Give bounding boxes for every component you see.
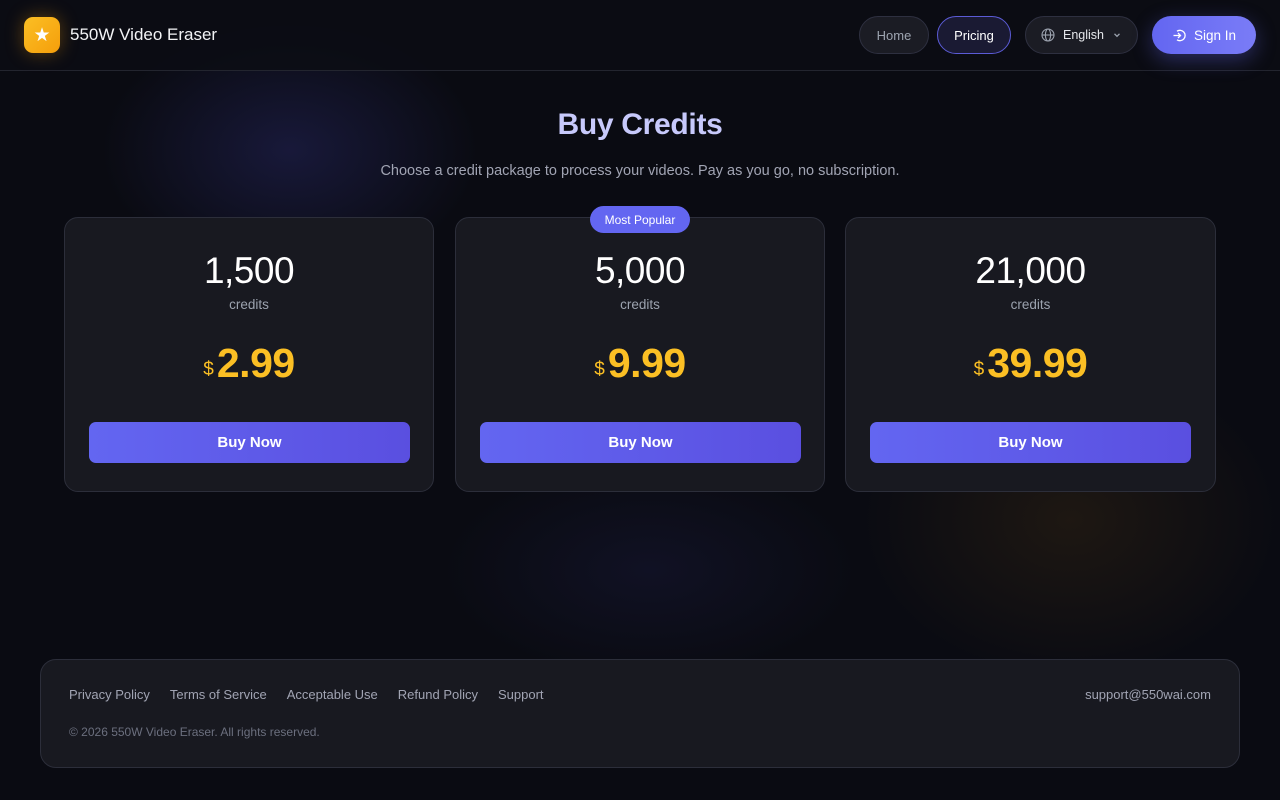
price-amount: 9.99 [607,340,686,386]
buy-now-button[interactable]: Buy Now [870,422,1191,463]
credits-label: credits [1010,297,1051,312]
site-footer: Privacy Policy Terms of Service Acceptab… [40,659,1240,768]
globe-icon [1041,28,1055,42]
price: $9.99 [456,340,824,387]
page-subtitle: Choose a credit package to process your … [380,163,900,179]
credits-amount: 5,000 [594,250,686,291]
credits-label: credits [620,297,660,312]
credit-package-card: 1,500 credits $2.99 Buy Now [64,217,434,492]
language-label: English [1063,28,1104,42]
currency-symbol: $ [203,359,214,380]
price-amount: 2.99 [216,340,295,386]
footer-link-refund-policy[interactable]: Refund Policy [398,687,478,702]
footer-link-terms-of-service[interactable]: Terms of Service [170,687,267,702]
buy-now-button[interactable]: Buy Now [89,422,410,463]
currency-symbol: $ [973,359,985,380]
language-selector[interactable]: English [1025,16,1138,54]
currency-symbol: $ [594,359,605,380]
credits-amount: 21,000 [975,250,1086,291]
credit-package-card: 21,000 credits $39.99 Buy Now [845,217,1216,492]
price: $39.99 [846,340,1215,387]
background-glow [440,460,860,680]
buy-now-button[interactable]: Buy Now [480,422,801,463]
star-icon: ★ [24,17,60,53]
most-popular-badge: Most Popular [590,206,690,233]
sign-in-label: Sign In [1193,27,1237,43]
price-amount: 39.99 [987,340,1088,386]
brand-name: 550W Video Eraser [70,25,218,44]
footer-link-support[interactable]: Support [498,687,544,702]
credits-amount: 1,500 [203,250,295,291]
footer-links: Privacy Policy Terms of Service Acceptab… [69,687,564,702]
sign-in-button[interactable]: Sign In [1152,16,1256,54]
footer-link-privacy-policy[interactable]: Privacy Policy [69,687,150,702]
page-title: Buy Credits [557,108,723,141]
nav-home-button[interactable]: Home [859,16,929,54]
credit-package-card: 5,000 credits $9.99 Buy Now [455,217,825,492]
footer-link-acceptable-use[interactable]: Acceptable Use [287,687,378,702]
price: $2.99 [65,340,433,387]
nav-pricing-button[interactable]: Pricing [937,16,1011,54]
chevron-down-icon [1112,30,1122,40]
brand[interactable]: ★ 550W Video Eraser [24,17,217,53]
top-header: ★ 550W Video Eraser Home Pricing English [0,0,1280,71]
copyright-text: © 2026 550W Video Eraser. All rights res… [69,725,320,739]
credits-label: credits [229,297,269,312]
support-email-link[interactable]: support@550wai.com [1085,687,1211,702]
sign-in-icon [1172,28,1187,43]
